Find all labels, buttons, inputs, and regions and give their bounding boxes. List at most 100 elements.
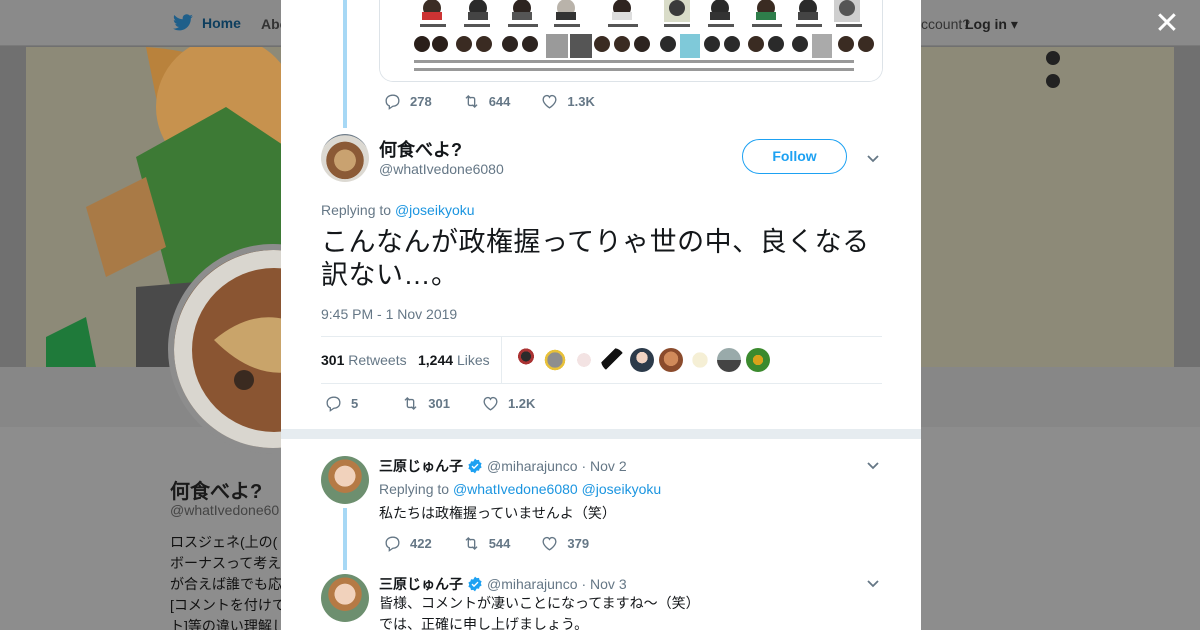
replying-mention[interactable]: @joseikyoku [395,202,475,218]
reply-avatar[interactable] [321,574,369,622]
liker-avatar[interactable] [688,348,712,372]
previous-tweet-actions: 278 644 1.3K [383,92,595,111]
reply-header: 三原じゅん子 @miharajunco · Nov 3 [379,574,627,594]
reply-date[interactable]: · Nov 2 [581,458,626,474]
bio-line: が合えば誰でも応 [170,576,282,592]
tweet-text: こんなんが政権握ってりゃ世の中、良くなる訳ない…。 [321,227,870,290]
like-count: 379 [567,536,590,551]
bio-line: [コメントを付けて [170,597,285,613]
liker-avatar[interactable] [659,348,683,372]
retweet-count: 644 [488,94,511,109]
reply-icon [326,396,341,412]
replying-prefix: Replying to [321,202,392,218]
like-action[interactable]: 1.3K [540,92,595,111]
tweet-permalink-modal: 278 644 1.3K 何食べよ? @whatIvedone6080 Foll… [281,0,921,630]
replying-mention[interactable]: @joseikyoku [582,481,662,497]
reply-count: 278 [410,94,432,109]
reply-count: 422 [410,536,432,551]
like-icon [542,536,557,551]
tweet-media-image[interactable] [379,0,883,82]
replying-to: Replying to @joseikyoku [321,202,475,218]
login-link[interactable]: Log in ▾ [965,16,1018,33]
bio-line: ト]等の違い理解し [170,618,285,630]
nav-home-label: Home [202,15,241,31]
like-icon [483,396,498,411]
follow-button[interactable]: Follow [742,139,847,174]
like-icon [542,94,557,109]
author-handle[interactable]: @whatIvedone6080 [379,161,504,177]
have-account-prompt: ccount? [921,16,971,32]
profile-bio: ロスジェネ(上の( ボーナスって考え が合えば誰でも応 [コメントを付けて ト]… [170,532,285,630]
liker-avatar[interactable] [514,348,538,372]
reply-tweet[interactable]: 三原じゅん子 @miharajunco · Nov 3 皆様、コメントが凄いこと… [321,574,881,630]
login-label: Log in [965,16,1007,32]
main-tweet-actions: 5 301 1.2K [324,394,535,413]
retweet-count: 301 [428,396,450,411]
bio-line: ロスジェネ(上の( [170,534,278,550]
likes-stat-label: Likes [456,352,490,368]
retweet-action[interactable]: 301 [401,394,450,413]
retweets-stat-count: 301 [321,352,345,368]
retweet-action[interactable]: 644 [462,92,511,111]
reply-text-line: では、正確に申し上げましょう。 [379,616,589,630]
reply-header: 三原じゅん子 @miharajunco · Nov 2 [379,456,627,476]
reply-count: 5 [351,396,359,411]
stats-divider [501,337,502,384]
reply-icon [385,94,400,110]
liker-avatar[interactable] [746,348,770,372]
retweet-icon [465,95,478,108]
reply-action[interactable]: 5 [324,394,358,413]
reply-action[interactable]: 278 [383,92,432,111]
like-action[interactable]: 379 [540,534,589,553]
liker-avatar[interactable] [717,348,741,372]
tweet-timestamp[interactable]: 9:45 PM - 1 Nov 2019 [321,306,457,322]
retweets-stat-label: Retweets [348,352,407,368]
verified-badge-icon [468,576,482,592]
politicians-photo-grid [380,0,882,81]
likes-stat-count: 1,244 [418,352,454,368]
thread-connector [343,0,347,128]
reply-icon [385,536,400,552]
retweet-icon [465,537,478,550]
close-icon[interactable]: ✕ [1153,9,1181,39]
carousel-dot[interactable] [1046,51,1060,65]
chevron-down-icon[interactable] [866,151,880,165]
profile-name: 何食べよ? [170,481,263,503]
likes-stat[interactable]: 1,244 Likes [418,352,490,368]
reply-action[interactable]: 422 [383,534,432,553]
liker-avatar[interactable] [601,348,625,372]
retweets-stat[interactable]: 301 Retweets [321,352,407,368]
liker-avatars [514,348,770,372]
twitter-bird-icon [173,14,193,31]
reply-author-name[interactable]: 三原じゅん子 [379,574,463,594]
reply-author-handle[interactable]: @miharajunco [487,576,577,592]
reply-avatar[interactable] [321,456,369,504]
carousel-dot[interactable] [1046,74,1060,88]
replies-separator [281,429,921,439]
liker-avatar[interactable] [543,348,567,372]
verified-badge-icon [468,458,482,474]
reply-text: 私たちは政権握っていませんよ（笑） [379,505,616,521]
chevron-down-icon[interactable] [866,576,880,590]
reply-author-name[interactable]: 三原じゅん子 [379,456,463,476]
like-count: 1.2K [507,396,536,411]
profile-handle: @whatIvedone60 [170,502,280,518]
reply-date[interactable]: · Nov 3 [581,576,626,592]
reply-actions: 422 544 379 [383,534,589,553]
retweet-action[interactable]: 544 [462,534,510,553]
tweet-stats: 301 Retweets 1,244 Likes [321,336,882,384]
liker-avatar[interactable] [572,348,596,372]
bio-line: ボーナスって考え [170,555,282,571]
replying-mention[interactable]: @whatIvedone6080 [453,481,578,497]
retweet-icon [404,397,417,410]
liker-avatar[interactable] [630,348,654,372]
main-tweet-header: 何食べよ? @whatIvedone6080 Follow [321,134,881,184]
nav-home-link[interactable]: Home [172,14,241,32]
reply-author-handle[interactable]: @miharajunco [487,458,577,474]
like-action[interactable]: 1.2K [481,394,535,413]
replying-prefix: Replying to [379,481,450,497]
reply-text-line: 皆様、コメントが凄いことになってますね〜（笑） [379,595,700,611]
author-name[interactable]: 何食べよ? [379,136,462,162]
chevron-down-icon[interactable] [866,458,880,472]
author-avatar[interactable] [321,134,369,182]
